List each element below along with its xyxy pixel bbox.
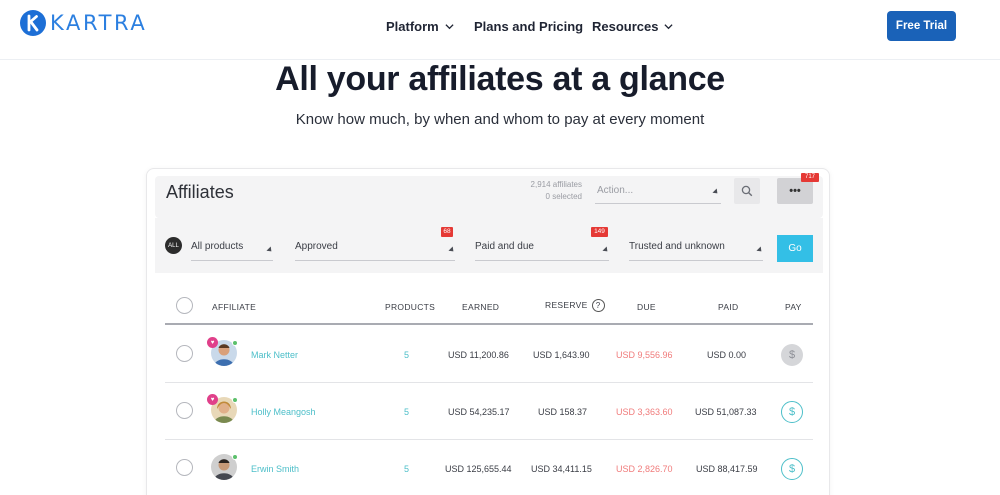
kartra-logo[interactable]: KARTRA (20, 10, 147, 36)
all-products-badge: ALL (165, 237, 182, 254)
search-button[interactable] (734, 178, 760, 204)
free-trial-button[interactable]: Free Trial (887, 11, 956, 41)
filter-products-label: All products (191, 241, 244, 252)
nav-platform[interactable]: Platform (386, 19, 474, 34)
go-button[interactable]: Go (777, 235, 813, 262)
kartra-logo-icon (20, 10, 46, 36)
nav-resources-label: Resources (592, 19, 659, 34)
select-all-checkbox[interactable] (176, 297, 193, 314)
due-value: USD 9,556.96 (616, 350, 673, 360)
chevron-down-icon (664, 24, 674, 30)
nav-plans-label: Plans and Pricing (474, 19, 584, 34)
col-pay: PAY (785, 302, 802, 312)
filter-trust[interactable]: Trusted and unknown (629, 237, 764, 261)
filter-payment-label: Paid and due (475, 241, 534, 252)
row-checkbox[interactable] (176, 402, 193, 419)
paid-value: USD 0.00 (707, 350, 747, 360)
products-count[interactable]: 5 (404, 350, 409, 360)
top-navbar: KARTRA Platform Plans and Pricing Resour… (0, 0, 1000, 60)
panel-header: Affiliates 2,914 affiliates 0 selected A… (155, 173, 823, 218)
nav-platform-label: Platform (386, 19, 439, 34)
filter-trust-label: Trusted and unknown (629, 241, 725, 252)
pay-button[interactable]: $ (781, 344, 803, 366)
products-count[interactable]: 5 (404, 464, 409, 474)
approved-count-badge: 68 (441, 227, 453, 237)
affiliate-name[interactable]: Mark Netter (251, 350, 298, 360)
col-reserve-label: RESERVE (545, 299, 588, 310)
hero-subtitle: Know how much, by when and whom to pay a… (295, 111, 705, 128)
row-checkbox[interactable] (176, 459, 193, 476)
online-status-dot (232, 454, 238, 460)
filter-products[interactable]: All products (191, 237, 274, 261)
affiliate-name[interactable]: Holly Meangosh (251, 407, 316, 417)
paid-value: USD 88,417.59 (696, 464, 758, 474)
filter-status[interactable]: Approved (295, 237, 456, 261)
reserve-value: USD 1,643.90 (533, 350, 590, 360)
pay-button[interactable]: $ (781, 401, 803, 423)
earned-value: USD 11,200.86 (448, 350, 509, 360)
col-due[interactable]: DUE (637, 302, 656, 312)
col-earned[interactable]: EARNED (462, 302, 499, 312)
col-paid[interactable]: PAID (718, 302, 738, 312)
nav-plans-pricing[interactable]: Plans and Pricing (474, 19, 592, 34)
ellipsis-icon: ••• (789, 185, 801, 197)
paid-value: USD 51,087.33 (695, 407, 757, 417)
action-select[interactable]: Action... (595, 178, 721, 204)
notification-badge: 717 (801, 173, 819, 182)
col-affiliate[interactable]: AFFILIATE (212, 302, 256, 312)
dropdown-arrow-icon (448, 246, 456, 254)
filter-bar: ALL All products Approved 68 Paid and du… (155, 218, 823, 273)
favorite-heart-icon: ♥ (207, 337, 218, 348)
paid-due-count-badge: 149 (591, 227, 608, 237)
reserve-value: USD 34,411.15 (531, 464, 592, 474)
affiliate-name[interactable]: Erwin Smith (251, 464, 299, 474)
earned-value: USD 54,235.17 (448, 407, 510, 417)
hero-title: All your affiliates at a glance (275, 60, 725, 98)
filter-status-label: Approved (295, 241, 338, 252)
affiliate-count: 2,914 affiliates 0 selected (510, 179, 582, 203)
row-checkbox[interactable] (176, 345, 193, 362)
nav-resources[interactable]: Resources (592, 19, 674, 34)
due-value: USD 3,363.60 (616, 407, 673, 417)
filter-payment[interactable]: Paid and due (475, 237, 610, 261)
table-row[interactable]: Erwin Smith 5 USD 125,655.44 USD 34,411.… (165, 440, 813, 495)
dropdown-arrow-icon (756, 246, 764, 254)
products-count[interactable]: 5 (404, 407, 409, 417)
table-row[interactable]: ♥ Holly Meangosh 5 USD 54,235.17 USD 158… (165, 383, 813, 440)
favorite-heart-icon: ♥ (207, 394, 218, 405)
search-icon (741, 185, 753, 197)
kartra-wordmark: KARTRA (50, 11, 148, 35)
online-status-dot (232, 340, 238, 346)
selected-count: 0 selected (545, 192, 582, 201)
affiliate-total: 2,914 affiliates (530, 180, 582, 189)
nav-links: Platform Plans and Pricing Resources (386, 19, 674, 34)
panel-title: Affiliates (166, 182, 234, 202)
affiliates-panel: Affiliates 2,914 affiliates 0 selected A… (146, 168, 830, 495)
action-placeholder: Action... (597, 185, 634, 196)
earned-value: USD 125,655.44 (445, 464, 512, 474)
dropdown-arrow-icon (712, 188, 720, 196)
online-status-dot (232, 397, 238, 403)
table-row[interactable]: ♥ Mark Netter 5 USD 11,200.86 USD 1,643.… (165, 326, 813, 383)
help-icon[interactable]: ? (591, 299, 605, 312)
dropdown-arrow-icon (266, 246, 274, 254)
due-value: USD 2,826.70 (616, 464, 673, 474)
col-reserve[interactable]: RESERVE? (545, 299, 605, 312)
reserve-value: USD 158.37 (538, 407, 588, 417)
dropdown-arrow-icon (602, 246, 610, 254)
pay-button[interactable]: $ (781, 458, 803, 480)
col-products[interactable]: PRODUCTS (385, 302, 435, 312)
chevron-down-icon (445, 24, 454, 30)
table-header: AFFILIATE PRODUCTS EARNED RESERVE? DUE P… (165, 289, 813, 325)
